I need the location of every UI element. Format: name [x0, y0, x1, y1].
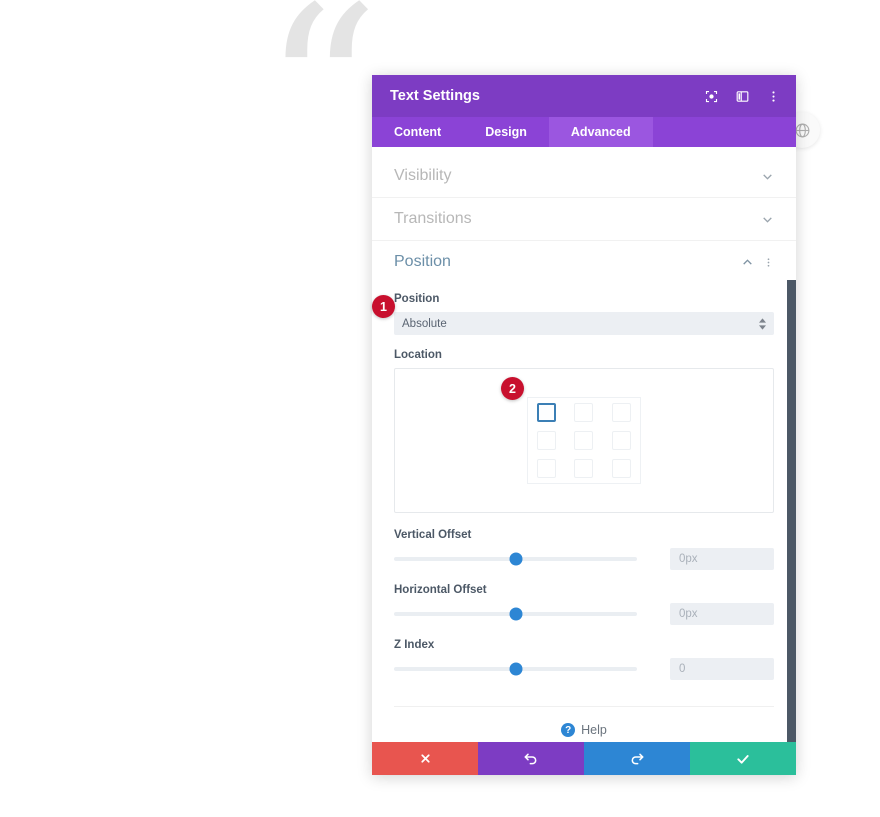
- undo-button[interactable]: [478, 742, 584, 775]
- question-circle-icon: ?: [561, 723, 576, 737]
- horizontal-offset-label: Horizontal Offset: [394, 584, 487, 596]
- z-index-input[interactable]: 0: [670, 658, 774, 680]
- location-cell-bottom-center[interactable]: [565, 455, 602, 483]
- section-visibility[interactable]: Visibility: [372, 155, 796, 198]
- vertical-offset-field: Vertical Offset 0px: [372, 513, 796, 570]
- discard-button[interactable]: [372, 742, 478, 775]
- location-cell-top-center[interactable]: [565, 398, 602, 426]
- section-transitions[interactable]: Transitions: [372, 198, 796, 241]
- location-cell-bottom-right[interactable]: [603, 455, 640, 483]
- section-options-kebab-icon[interactable]: [762, 256, 774, 269]
- target-icon[interactable]: [703, 88, 720, 105]
- chevron-down-icon: [760, 212, 774, 226]
- modal-footer: [372, 742, 796, 775]
- location-cell-middle-left[interactable]: [528, 426, 565, 454]
- vertical-offset-input[interactable]: 0px: [670, 548, 774, 570]
- z-index-row: 0: [394, 658, 774, 680]
- z-index-label: Z Index: [394, 639, 435, 651]
- horizontal-offset-row: 0px: [394, 603, 774, 625]
- horizontal-offset-input[interactable]: 0px: [670, 603, 774, 625]
- annotation-badge-2: 2: [501, 377, 524, 400]
- slider-thumb[interactable]: [509, 662, 522, 676]
- tab-advanced[interactable]: Advanced: [548, 117, 653, 147]
- modal-body: Visibility Transitions Position Position…: [372, 147, 796, 742]
- location-grid: [527, 397, 641, 484]
- position-field-label: Position: [394, 293, 440, 305]
- save-button[interactable]: [690, 742, 796, 775]
- location-cell-top-left[interactable]: [528, 398, 565, 426]
- section-position-label: Position: [394, 253, 451, 270]
- position-field: Position Absolute: [372, 283, 796, 335]
- kebab-menu-icon[interactable]: [765, 88, 782, 105]
- modal-scrollbar[interactable]: [787, 147, 796, 742]
- location-picker: [394, 368, 774, 513]
- vertical-offset-label: Vertical Offset: [394, 529, 472, 541]
- titlebar-icon-group: [703, 88, 782, 105]
- modal-title: Text Settings: [390, 88, 480, 104]
- help-label: Help: [581, 723, 607, 737]
- annotation-badge-1: 1: [372, 295, 395, 318]
- layout-panel-icon[interactable]: [734, 88, 751, 105]
- position-select[interactable]: Absolute: [394, 312, 774, 335]
- location-cell-bottom-left[interactable]: [528, 455, 565, 483]
- location-field: Location: [372, 335, 796, 513]
- position-select-value: Absolute: [402, 317, 447, 330]
- vertical-offset-slider[interactable]: [394, 548, 637, 570]
- horizontal-offset-slider[interactable]: [394, 603, 637, 625]
- slider-thumb[interactable]: [509, 552, 522, 566]
- quote-decoration: “: [262, 0, 380, 226]
- section-visibility-label: Visibility: [394, 167, 452, 184]
- vertical-offset-row: 0px: [394, 548, 774, 570]
- location-cell-middle-right[interactable]: [603, 426, 640, 454]
- chevron-up-icon[interactable]: [740, 255, 754, 269]
- modal-scrollbar-thumb[interactable]: [787, 280, 796, 742]
- section-transitions-label: Transitions: [394, 210, 472, 227]
- tab-design[interactable]: Design: [463, 117, 549, 147]
- horizontal-offset-field: Horizontal Offset 0px: [372, 570, 796, 625]
- chevron-down-icon: [760, 169, 774, 183]
- z-index-slider[interactable]: [394, 658, 637, 680]
- select-updown-arrows-icon: [759, 317, 766, 330]
- z-index-field: Z Index 0: [372, 625, 796, 680]
- page-canvas: “ Text Settings Content Design Advanced …: [0, 0, 880, 817]
- location-field-label: Location: [394, 349, 442, 361]
- tab-content[interactable]: Content: [372, 117, 463, 147]
- slider-thumb[interactable]: [509, 607, 522, 621]
- location-cell-middle-center[interactable]: [565, 426, 602, 454]
- modal-titlebar: Text Settings: [372, 75, 796, 117]
- redo-button[interactable]: [584, 742, 690, 775]
- modal-tabs: Content Design Advanced: [372, 117, 796, 147]
- location-cell-top-right[interactable]: [603, 398, 640, 426]
- text-settings-modal: Text Settings Content Design Advanced Vi…: [372, 75, 796, 775]
- settings-list: Visibility Transitions Position Position…: [372, 155, 796, 737]
- section-position[interactable]: Position: [372, 241, 796, 283]
- help-link[interactable]: ? Help: [372, 707, 796, 737]
